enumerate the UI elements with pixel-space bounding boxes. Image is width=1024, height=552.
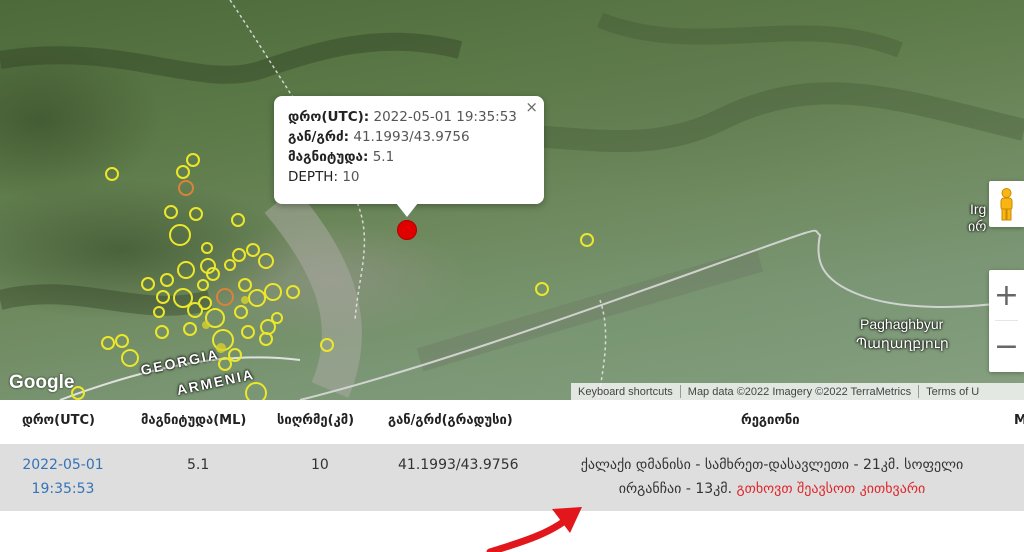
annotation-arrow <box>486 507 582 552</box>
terms-link[interactable]: Terms of U <box>919 386 986 398</box>
popup-magnitude-key: მაგნიტუდა: <box>288 149 369 165</box>
popup-row-coords: გან/გრძ: 41.1993/43.9756 <box>288 127 530 147</box>
popup-time-key: დრო(UTC): <box>288 109 370 125</box>
event-datetime-link[interactable]: 2022-05-01 19:35:53 <box>18 453 108 501</box>
region-line-1: ქალაქი დმანისი - სამხრეთ-დასავლეთი - 21კ… <box>580 457 964 473</box>
header-extra[interactable]: M <box>1014 413 1024 428</box>
event-magnitude: 5.1 <box>187 457 210 473</box>
pegman-icon <box>1000 188 1013 221</box>
earthquake-table: დრო(UTC) მაგნიტუდა(ML) სიღრმე(კმ) გან/გრ… <box>0 400 1024 511</box>
map-data-attribution: Map data ©2022 Imagery ©2022 TerraMetric… <box>687 385 912 398</box>
header-magnitude[interactable]: მაგნიტუდა(ML) <box>141 413 246 428</box>
popup-depth-value: 10 <box>342 169 360 185</box>
close-icon[interactable]: × <box>525 98 538 116</box>
popup-magnitude-value: 5.1 <box>372 149 395 165</box>
popup-row-depth: DEPTH: 10 <box>288 167 530 187</box>
event-region: ქალაქი დმანისი - სამხრეთ-დასავლეთი - 21კ… <box>547 453 997 501</box>
zoom-in-button[interactable]: + <box>989 270 1024 320</box>
table-header: დრო(UTC) მაგნიტუდა(ML) სიღრმე(კმ) გან/გრ… <box>0 400 1024 444</box>
place-label-ir-native: ირ <box>968 218 987 234</box>
region-line-2-text: ირგანჩაი - 13კმ. <box>618 481 733 497</box>
header-coords[interactable]: გან/გრძ(გრადუსი) <box>388 413 513 428</box>
popup-time-value: 2022-05-01 19:35:53 <box>373 109 517 125</box>
map-view[interactable]: GEORGIA ARMENIA Paghaghbyur Պաղաղբյուր I… <box>0 0 1024 400</box>
header-time[interactable]: დრო(UTC) <box>22 413 95 428</box>
keyboard-shortcuts-link[interactable]: Keyboard shortcuts <box>571 386 680 398</box>
zoom-out-button[interactable]: − <box>989 321 1024 371</box>
zoom-control: + − <box>989 270 1024 372</box>
popup-row-magnitude: მაგნიტუდა: 5.1 <box>288 147 530 167</box>
event-time: 19:35:53 <box>31 481 95 497</box>
main-earthquake-marker <box>397 220 417 240</box>
place-label-ir: Irg <box>970 201 987 217</box>
region-line-2: ირგანჩაი - 13კმ. გთხოვთ შეავსოთ კითხვარი <box>547 477 997 501</box>
popup-depth-key: DEPTH: <box>288 169 339 185</box>
map-attribution-bar: Keyboard shortcuts Map data ©2022 Imager… <box>571 383 1024 400</box>
earthquake-info-popup: დრო(UTC): 2022-05-01 19:35:53 გან/გრძ: 4… <box>274 96 544 204</box>
google-logo[interactable]: Google <box>9 372 74 394</box>
popup-row-time: დრო(UTC): 2022-05-01 19:35:53 <box>288 107 530 127</box>
place-label-paghaghbyur: Paghaghbyur <box>860 316 944 332</box>
event-date: 2022-05-01 <box>22 457 104 473</box>
felt-report-link[interactable]: გთხოვთ შეავსოთ კითხვარი <box>737 481 926 497</box>
street-view-pegman-button[interactable] <box>989 181 1024 227</box>
event-depth: 10 <box>311 457 329 473</box>
header-region[interactable]: რეგიონი <box>741 413 800 428</box>
popup-coords-key: გან/გრძ: <box>288 129 350 145</box>
popup-tail <box>396 203 418 217</box>
header-depth[interactable]: სიღრმე(კმ) <box>277 413 354 428</box>
place-label-paghaghbyur-native: Պաղաղբյուր <box>856 335 949 351</box>
popup-coords-value: 41.1993/43.9756 <box>353 129 470 145</box>
event-coords: 41.1993/43.9756 <box>398 457 519 473</box>
